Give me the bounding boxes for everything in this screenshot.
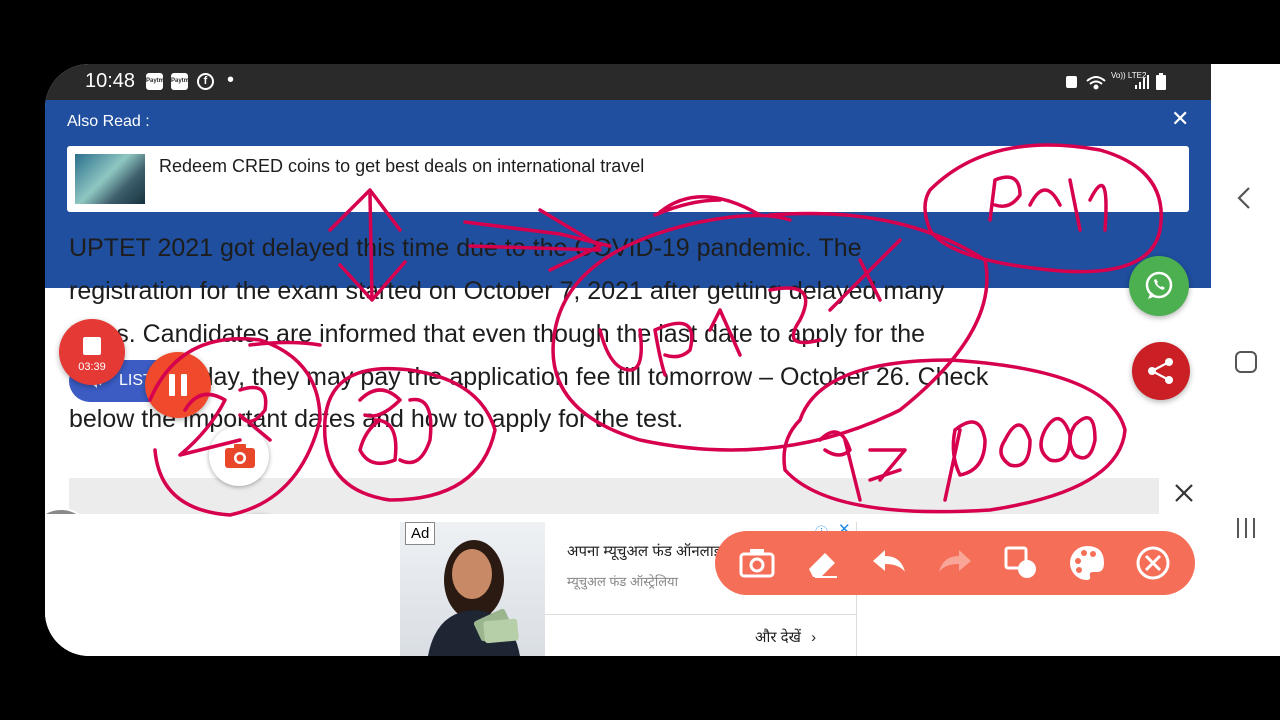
- facebook-icon: f: [197, 73, 214, 90]
- eraser-icon[interactable]: [801, 541, 845, 585]
- network-label: Vo)) LTE2: [1111, 71, 1147, 80]
- recording-timer: 03:39: [78, 361, 106, 373]
- also-read-card[interactable]: Redeem CRED coins to get best deals on i…: [67, 146, 1189, 212]
- back-icon[interactable]: [1235, 186, 1255, 210]
- share-button[interactable]: [1132, 342, 1190, 400]
- paytm-icon: Paytm: [171, 73, 189, 90]
- article-line: UPTET 2021 got delayed this time due to …: [69, 234, 862, 262]
- paytm-icon: Paytm: [146, 73, 164, 90]
- clock: 10:48: [85, 70, 136, 92]
- stop-icon: [83, 337, 101, 355]
- camera-icon[interactable]: [735, 541, 779, 585]
- battery-icon: [1156, 73, 1166, 90]
- article-thumbnail: [75, 154, 145, 204]
- ad-divider: [545, 614, 857, 615]
- pause-icon: [169, 374, 175, 396]
- ad-more-link[interactable]: और देखें ›: [755, 627, 816, 647]
- close-icon[interactable]: ✕: [1171, 106, 1189, 132]
- ad-close-button[interactable]: [1159, 472, 1211, 516]
- article-line: times. Candidates are informed that even…: [69, 320, 926, 348]
- screenshot-button[interactable]: [209, 426, 269, 486]
- phone-screen: 10:48 Paytm Paytm f • Vo)) LTE2 Also Rea…: [45, 64, 1211, 656]
- home-icon[interactable]: [1234, 350, 1258, 374]
- ad-more-label: और देखें: [755, 629, 801, 646]
- share-icon: [1148, 358, 1173, 384]
- ad-badge: Ad: [405, 522, 436, 545]
- ad-subtitle: म्यूचुअल फंड ऑस्ट्रेलिया: [567, 574, 678, 589]
- wifi-icon: [1086, 76, 1106, 90]
- pause-icon: [181, 374, 187, 396]
- alarm-icon: [1066, 76, 1077, 88]
- drawing-toolbar: [715, 531, 1195, 595]
- recent-apps-icon[interactable]: [1235, 516, 1257, 540]
- camera-icon: [225, 444, 255, 468]
- close-icon: [1175, 484, 1193, 502]
- whatsapp-share-button[interactable]: [1129, 256, 1189, 316]
- close-icon[interactable]: [1131, 541, 1175, 585]
- also-read-card-title: Redeem CRED coins to get best deals on i…: [159, 156, 645, 176]
- palette-icon[interactable]: [1065, 541, 1109, 585]
- redo-icon[interactable]: [933, 541, 977, 585]
- pause-recording-button[interactable]: [145, 352, 211, 418]
- status-bar: 10:48 Paytm Paytm f • Vo)) LTE2: [45, 64, 1211, 100]
- shapes-icon[interactable]: [999, 541, 1043, 585]
- undo-icon[interactable]: [867, 541, 911, 585]
- notification-dot: •: [227, 69, 235, 91]
- stop-recording-button[interactable]: 03:39: [59, 319, 125, 385]
- android-nav-bar: [1211, 64, 1280, 656]
- also-read-heading: Also Read :: [67, 113, 150, 130]
- article-line: registration for the exam started on Oct…: [69, 277, 945, 305]
- whatsapp-icon: [1145, 271, 1173, 299]
- chevron-right-icon: ›: [811, 629, 817, 646]
